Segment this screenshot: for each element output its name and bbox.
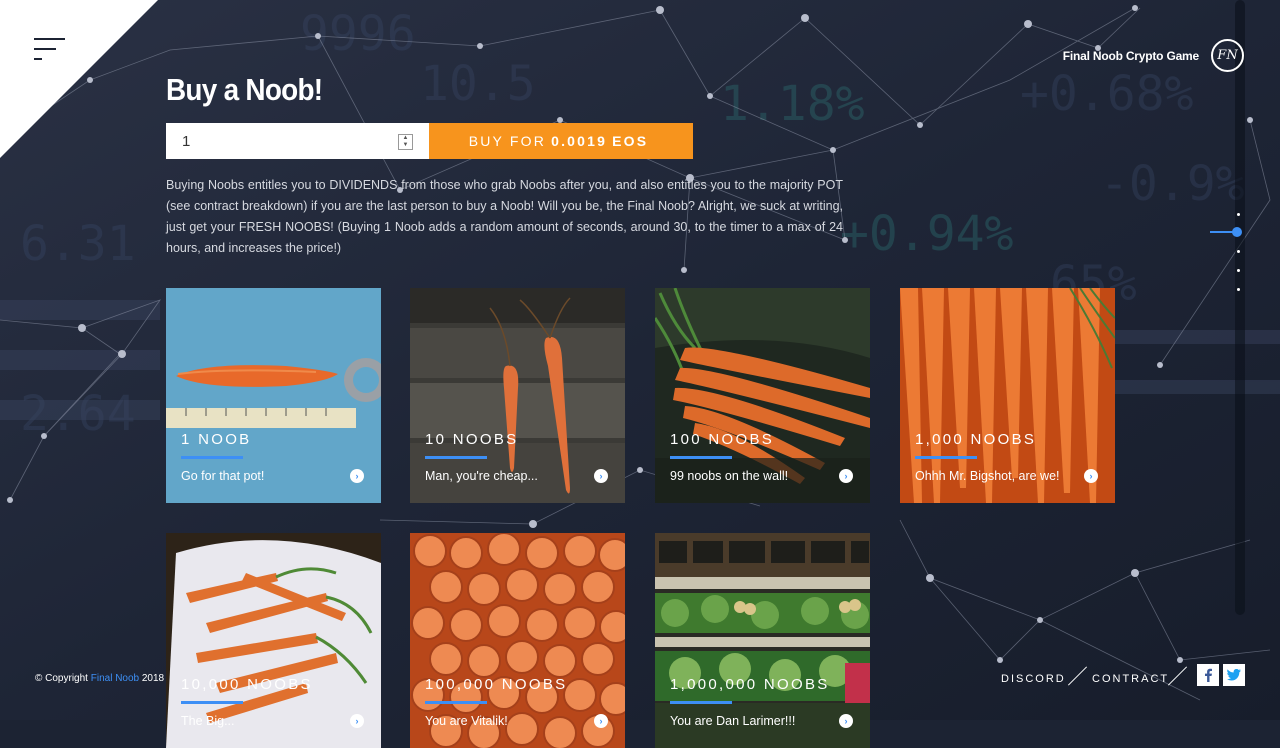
section-dot-3[interactable] [1237,250,1240,253]
active-indicator-line [1210,231,1234,233]
svg-text:10.5: 10.5 [420,56,536,112]
corner-triangle [0,0,158,158]
package-subtitle: You are Dan Larimer!!! [670,714,796,728]
brand-name: Final Noob Crypto Game [1062,48,1199,63]
package-title: 1 NOOB [181,431,252,448]
contract-link[interactable]: CONTRACT [1092,673,1169,685]
title-underline [425,456,487,459]
menu-icon[interactable] [34,36,66,64]
twitter-icon[interactable] [1223,664,1245,686]
quantity-stepper[interactable]: ▲ ▼ [398,134,413,150]
package-card[interactable]: 10,000 NOOBS The Big... › [166,533,381,748]
brand-logo-icon: FN [1211,39,1244,72]
chevron-right-icon[interactable]: › [594,469,608,483]
package-card[interactable]: 100,000 NOOBS You are Vitalik! › [410,533,625,748]
section-dot-1[interactable] [1237,213,1240,216]
buy-button-prefix: BUY FOR [468,133,547,149]
svg-text:-0.9%: -0.9% [1100,156,1245,212]
package-card[interactable]: 100 NOOBS 99 noobs on the wall! › [655,288,870,503]
chevron-down-icon[interactable]: ▼ [399,142,412,149]
title-underline [425,701,487,704]
package-subtitle: 99 noobs on the wall! [670,469,789,483]
package-card[interactable]: 1 NOOB Go for that pot! › [166,288,381,503]
discord-link[interactable]: DISCORD [1001,673,1066,685]
chevron-right-icon[interactable]: › [350,714,364,728]
package-title: 100,000 NOOBS [425,676,568,693]
package-title: 100 NOOBS [670,431,775,448]
title-underline [181,456,243,459]
quantity-field: ▲ ▼ [166,123,429,159]
package-title: 10 NOOBS [425,431,519,448]
chevron-right-icon[interactable]: › [1084,469,1098,483]
title-underline [670,456,732,459]
svg-text:6.31: 6.31 [20,216,136,272]
copyright: © Copyright Final Noob 2018 [35,673,164,684]
title-underline [670,701,732,704]
section-dot-4[interactable] [1237,269,1240,272]
section-dot-2-active[interactable] [1232,227,1242,237]
package-subtitle: Go for that pot! [181,469,265,483]
chevron-right-icon[interactable]: › [594,714,608,728]
svg-text:1.18%: 1.18% [720,76,865,132]
copyright-prefix: © Copyright [35,673,88,684]
brand[interactable]: Final Noob Crypto Game FN [1063,39,1244,72]
package-subtitle: Ohhh Mr. Bigshot, are we! [915,469,1060,483]
title-underline [181,701,243,704]
buy-description: Buying Noobs entitles you to DIVIDENDS f… [166,178,843,255]
chevron-up-icon[interactable]: ▲ [399,135,412,142]
buy-button-amount: 0.0019 [551,133,608,149]
facebook-glyph [1205,668,1212,682]
chevron-right-icon[interactable]: › [839,469,853,483]
title-underline [915,456,977,459]
quantity-input[interactable] [166,123,407,159]
package-subtitle: You are Vitalik! [425,714,508,728]
package-title: 10,000 NOOBS [181,676,313,693]
section-dot-5[interactable] [1237,288,1240,291]
package-subtitle: Man, you're cheap... [425,469,538,483]
twitter-glyph [1227,669,1241,681]
buy-button-currency: EOS [612,133,649,149]
chevron-right-icon[interactable]: › [839,714,853,728]
facebook-icon[interactable] [1197,664,1219,686]
scrollbar[interactable] [1235,0,1245,615]
svg-text:+0.68%: +0.68% [1020,66,1193,122]
package-title: 1,000 NOOBS [915,431,1037,448]
package-card[interactable]: 10 NOOBS Man, you're cheap... › [410,288,625,503]
copyright-year: 2018 [141,673,165,684]
package-card[interactable]: 1,000,000 NOOBS You are Dan Larimer!!! › [655,533,870,748]
section-dot-nav [1210,205,1250,295]
package-title: 1,000,000 NOOBS [670,676,830,693]
package-card[interactable]: 1,000 NOOBS Ohhh Mr. Bigshot, are we! › [900,288,1115,503]
chevron-right-icon[interactable]: › [350,469,364,483]
copyright-link[interactable]: Final Noob [91,673,139,684]
buy-button[interactable]: BUY FOR 0.0019 EOS [429,123,693,159]
svg-text:+0.94%: +0.94% [840,206,1013,262]
package-subtitle: The Big... [181,714,235,728]
page-title: Buy a Noob! [166,72,323,107]
